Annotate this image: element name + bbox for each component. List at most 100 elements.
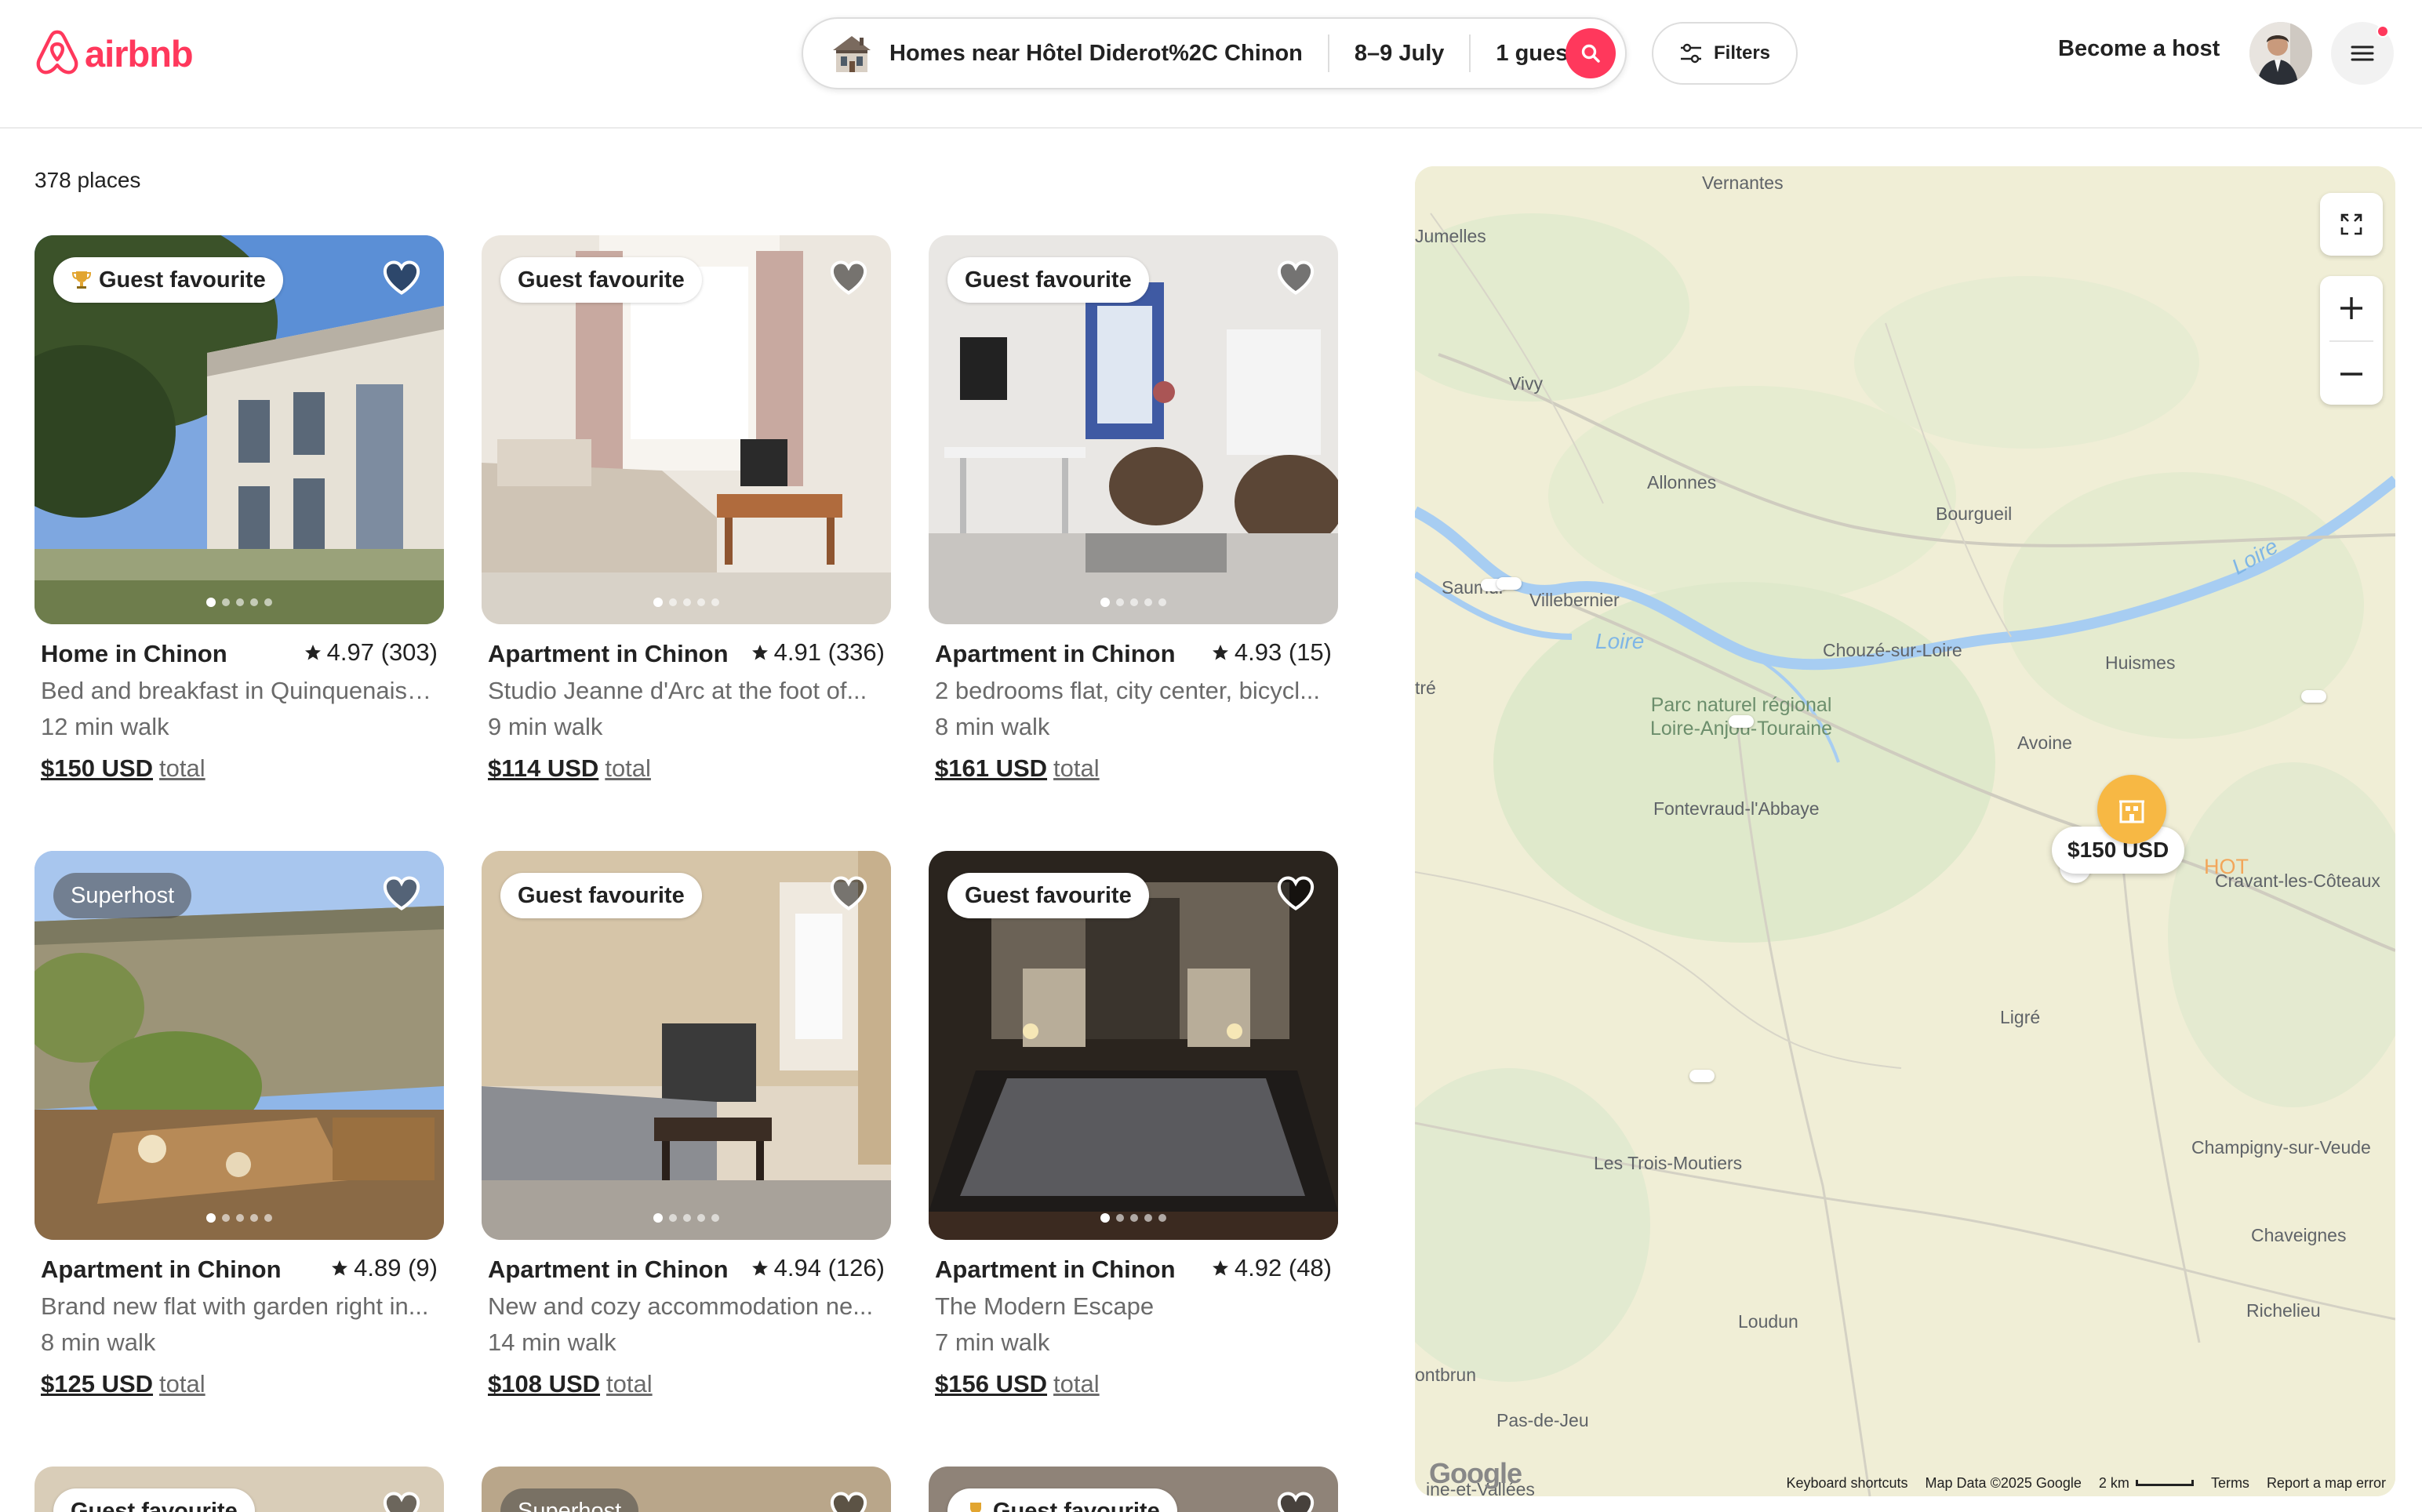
badge-label: Guest favourite <box>518 267 685 293</box>
map-label-town: Villebernier <box>1529 590 1620 610</box>
avatar[interactable] <box>2249 22 2312 85</box>
search-dates[interactable]: 8–9 July <box>1329 41 1469 67</box>
results-count: 378 places <box>35 168 141 192</box>
map-footer: Keyboard shortcuts Map Data ©2025 Google… <box>1415 1470 2395 1496</box>
pagination-dot <box>1158 598 1166 606</box>
heart-icon[interactable] <box>381 1488 422 1512</box>
listing-card[interactable]: Superhost <box>482 1467 891 1512</box>
search-guests[interactable]: 1 guest <box>1471 41 1576 67</box>
map-data-attribution: Map Data ©2025 Google <box>1925 1474 2082 1491</box>
listing-price[interactable]: $108 USD total <box>488 1361 885 1408</box>
map-scale[interactable]: 2 km <box>2099 1475 2194 1492</box>
listing-info: Apartment in Chinon 4.92 (48) The Modern… <box>935 1254 1332 1408</box>
heart-icon[interactable] <box>828 873 869 914</box>
photo-pagination <box>929 598 1338 607</box>
listing-photo[interactable]: Guest favourite <box>929 851 1338 1240</box>
listing-card[interactable]: Guest favourite <box>929 1467 1338 1512</box>
map-pin[interactable] <box>2301 690 2326 703</box>
park-label-line: Parc naturel régional <box>1650 694 1832 716</box>
airbnb-logo[interactable]: airbnb <box>35 28 194 78</box>
heart-icon[interactable] <box>1275 873 1316 914</box>
map-label-town: Loudun <box>1738 1311 1798 1332</box>
listing-card[interactable]: Superhost Apartment in Chinon 4.89 (9) B… <box>35 851 444 1416</box>
listing-card[interactable]: Guest favourite Apartment in Chinon 4.94… <box>482 851 891 1416</box>
price-suffix: total <box>159 754 205 782</box>
listing-price[interactable]: $150 USD total <box>41 745 438 792</box>
listing-rating: 4.93 (15) <box>1211 638 1332 667</box>
pagination-dot <box>236 1214 244 1222</box>
guest-favourite-badge: Guest favourite <box>53 1488 255 1512</box>
filters-button[interactable]: Filters <box>1652 22 1798 85</box>
pagination-dot <box>1116 598 1124 606</box>
map-label-town: Pas-de-Jeu <box>1496 1410 1589 1430</box>
listing-card[interactable]: Guest favourite Apartment in Chinon 4.93… <box>929 235 1338 800</box>
listing-price[interactable]: $161 USD total <box>935 745 1332 792</box>
listing-photo[interactable]: Guest favourite <box>35 1467 444 1512</box>
keyboard-shortcuts-link[interactable]: Keyboard shortcuts <box>1786 1475 1907 1492</box>
listing-photo[interactable]: Guest favourite <box>482 235 891 624</box>
pagination-dot <box>206 598 216 607</box>
hotel-icon <box>2119 800 2144 823</box>
listing-rating: 4.89 (9) <box>330 1254 438 1282</box>
pagination-dot <box>1100 1213 1110 1223</box>
main-menu-button[interactable] <box>2331 22 2394 85</box>
photo-pagination <box>35 1213 444 1223</box>
price-amount: $161 USD <box>935 754 1048 782</box>
hotel-marker[interactable] <box>2097 775 2166 844</box>
become-host-link[interactable]: Become a host <box>2058 36 2220 62</box>
map-pin[interactable] <box>1729 715 1754 728</box>
heart-icon[interactable] <box>1275 257 1316 298</box>
expand-map-button[interactable] <box>2320 193 2383 256</box>
heart-icon[interactable] <box>381 873 422 914</box>
heart-icon[interactable] <box>828 257 869 298</box>
search-bar[interactable]: Homes near Hôtel Diderot%2C Chinon 8–9 J… <box>802 17 1627 89</box>
listing-photo[interactable]: Superhost <box>482 1467 891 1512</box>
star-icon <box>1212 1260 1228 1276</box>
listing-info: Home in Chinon 4.97 (303) Bed and breakf… <box>41 638 438 792</box>
plus-icon <box>2340 297 2362 319</box>
listing-photo[interactable]: Guest favourite <box>35 235 444 624</box>
pagination-dot <box>264 1214 272 1222</box>
listing-price[interactable]: $125 USD total <box>41 1361 438 1408</box>
search-button[interactable] <box>1566 28 1616 78</box>
map-label-town: Bourgueil <box>1936 503 2013 524</box>
zoom-out-button[interactable] <box>2320 342 2383 406</box>
map-label-town: Avoine <box>2017 732 2072 753</box>
listing-title: Apartment in Chinon <box>41 1256 282 1283</box>
listing-photo[interactable]: Superhost <box>35 851 444 1240</box>
map-label-hotel: HOT <box>2204 855 2249 878</box>
listing-description: New and cozy accommodation ne... <box>488 1292 874 1320</box>
report-map-error-link[interactable]: Report a map error <box>2267 1475 2386 1492</box>
map-label-town: Fontevraud-l'Abbaye <box>1653 798 1820 819</box>
zoom-in-button[interactable] <box>2320 276 2383 340</box>
map-pin[interactable] <box>1689 1070 1715 1082</box>
listing-photo[interactable]: Guest favourite <box>482 851 891 1240</box>
listing-price[interactable]: $114 USD total <box>488 745 885 792</box>
pagination-dot <box>697 598 705 606</box>
heart-icon[interactable] <box>381 257 422 298</box>
listing-card[interactable]: Guest favourite <box>35 1467 444 1512</box>
listing-card[interactable]: Guest favourite Apartment in Chinon 4.91… <box>482 235 891 800</box>
map-pin[interactable] <box>1496 577 1522 590</box>
map-panel[interactable]: Vernantes Jumelles Vivy Allonnes Bourgue… <box>1415 166 2395 1496</box>
badge-label: Guest favourite <box>518 882 685 908</box>
pagination-dot <box>206 1213 216 1223</box>
rating-value: 4.89 (9) <box>354 1254 438 1281</box>
listing-price[interactable]: $156 USD total <box>935 1361 1332 1408</box>
terms-link[interactable]: Terms <box>2211 1475 2249 1492</box>
badge-label: Guest favourite <box>71 1498 238 1512</box>
listing-card[interactable]: Guest favourite Apartment in Chinon 4.92… <box>929 851 1338 1416</box>
badge-label: Guest favourite <box>965 882 1132 908</box>
notification-dot <box>2377 25 2389 38</box>
search-location[interactable]: Homes near Hôtel Diderot%2C Chinon <box>889 41 1303 67</box>
heart-icon[interactable] <box>828 1488 869 1512</box>
superhost-badge: Superhost <box>500 1488 639 1512</box>
map-label-town: Chouzé-sur-Loire <box>1823 640 1962 660</box>
pagination-dot <box>1144 598 1152 606</box>
listing-photo[interactable]: Guest favourite <box>929 235 1338 624</box>
listing-card[interactable]: Guest favourite Home in Chinon 4.97 (303… <box>35 235 444 800</box>
listing-title: Apartment in Chinon <box>488 640 729 667</box>
heart-icon[interactable] <box>1275 1488 1316 1512</box>
listing-description: Bed and breakfast in Quinquenais i... <box>41 677 438 704</box>
listing-photo[interactable]: Guest favourite <box>929 1467 1338 1512</box>
